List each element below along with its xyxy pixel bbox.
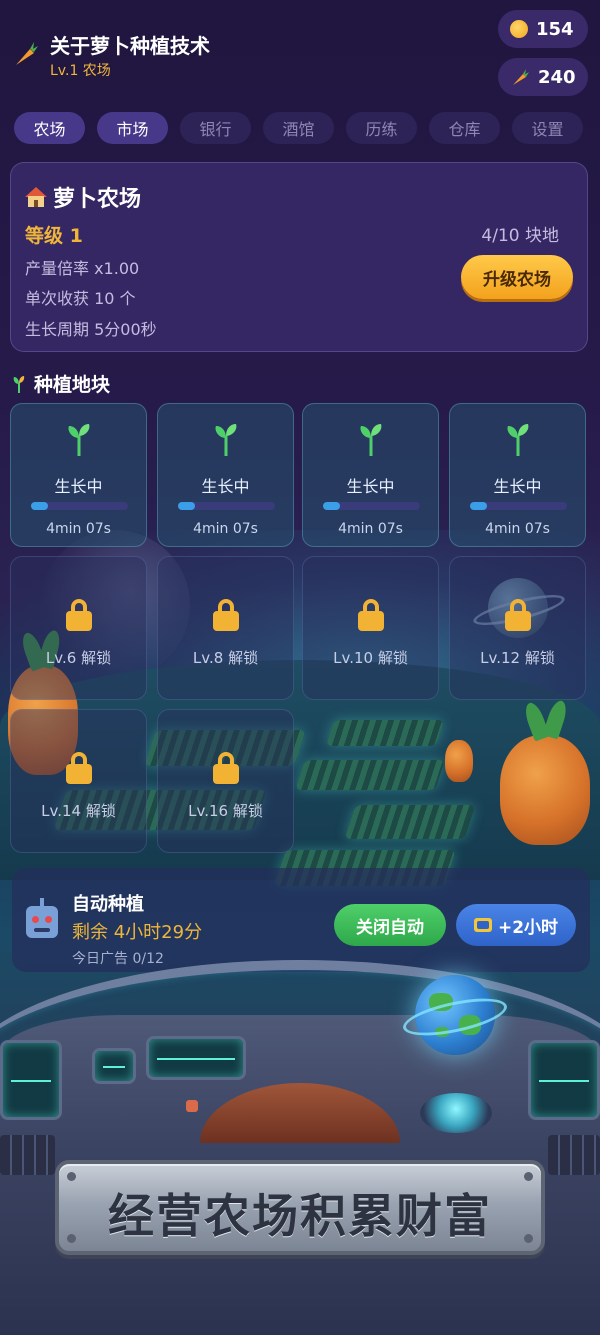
plot-growing[interactable]: 生长中 4min 07s (157, 403, 294, 547)
carrot-count: 240 (538, 66, 576, 88)
auto-plant-card: 自动种植 剩余 4小时29分 今日广告 0/12 关闭自动 +2小时 (12, 868, 590, 972)
unlock-requirement: Lv.12 解锁 (480, 649, 555, 667)
growth-progress-bar (470, 502, 567, 510)
coin-count: 154 (536, 18, 574, 40)
hologram-projector (420, 1093, 492, 1133)
carrot-icon (16, 42, 38, 65)
sprout-icon (13, 375, 25, 393)
add-2-hours-label: +2小时 (497, 917, 559, 938)
lock-icon (65, 752, 92, 784)
disable-auto-button[interactable]: 关闭自动 (334, 904, 446, 946)
plot-timer: 4min 07s (338, 521, 403, 537)
tab-tavern[interactable]: 酒馆 (263, 112, 334, 144)
plot-locked[interactable]: Lv.6 解锁 (10, 556, 147, 700)
growth-progress-bar (323, 502, 420, 510)
sprout-icon (353, 422, 389, 458)
yield-multiplier: 产量倍率 x1.00 (25, 259, 140, 278)
plot-locked[interactable]: Lv.10 解锁 (302, 556, 439, 700)
tab-bank[interactable]: 银行 (180, 112, 251, 144)
plot-growing[interactable]: 生长中 4min 07s (302, 403, 439, 547)
unlock-requirement: Lv.8 解锁 (192, 649, 259, 667)
farm-level: 等级 1 (25, 225, 83, 247)
plot-locked[interactable]: Lv.8 解锁 (157, 556, 294, 700)
plots-title-text: 种植地块 (34, 374, 111, 396)
plot-locked[interactable]: Lv.12 解锁 (449, 556, 586, 700)
lock-icon (212, 599, 239, 631)
sprout-icon (500, 422, 536, 458)
plot-growing[interactable]: 生长中 4min 07s (10, 403, 147, 547)
coin-icon (510, 20, 528, 38)
auto-plant-title: 自动种植 (72, 894, 144, 915)
cockpit-dashboard: 经营农场积累财富 (0, 960, 600, 1335)
coin-balance[interactable]: 154 (498, 10, 588, 48)
plot-status: 生长中 (54, 477, 103, 496)
sprout-icon (208, 422, 244, 458)
plot-status: 生长中 (493, 477, 542, 496)
farm-info-card: 萝卜农场 等级 1 产量倍率 x1.00 单次收获 10 个 生长周期 5分00… (10, 162, 588, 352)
tv-icon (473, 918, 492, 932)
unlock-requirement: Lv.14 解锁 (41, 802, 116, 820)
promo-banner-text: 经营农场积累财富 (108, 1189, 492, 1243)
auto-plant-remaining: 剩余 4小时29分 (72, 922, 203, 943)
growth-progress-bar (178, 502, 275, 510)
lock-icon (212, 752, 239, 784)
carrot-balance[interactable]: 240 (498, 58, 588, 96)
harvest-amount: 单次收获 10 个 (25, 289, 136, 308)
plot-timer: 4min 07s (46, 521, 111, 537)
carrot-icon (513, 69, 529, 85)
tab-training[interactable]: 历练 (346, 112, 417, 144)
plot-status: 生长中 (201, 477, 250, 496)
tab-market[interactable]: 市场 (97, 112, 168, 144)
upgrade-farm-button[interactable]: 升级农场 (461, 255, 573, 299)
unlock-requirement: Lv.10 解锁 (333, 649, 408, 667)
sprout-icon (61, 422, 97, 458)
tab-farm[interactable]: 农场 (14, 112, 85, 144)
farm-level-subtitle: Lv.1 农场 (50, 63, 111, 79)
right-monitor (528, 1040, 600, 1120)
unlock-requirement: Lv.16 解锁 (188, 802, 263, 820)
graph-monitor (146, 1036, 246, 1080)
plot-status: 生长中 (346, 477, 395, 496)
carrot-house-right (500, 735, 590, 845)
tab-warehouse[interactable]: 仓库 (429, 112, 500, 144)
plot-locked[interactable]: Lv.14 解锁 (10, 709, 147, 853)
left-monitor (0, 1040, 62, 1120)
lock-icon (65, 599, 92, 631)
promo-banner-plate: 经营农场积累财富 (55, 1160, 545, 1255)
plots-count: 4/10 块地 (481, 226, 559, 246)
app-header: 关于萝卜种植技术 Lv.1 农场 154 240 (0, 0, 600, 100)
tab-settings[interactable]: 设置 (512, 112, 583, 144)
plots-section-title: 种植地块 (12, 370, 110, 397)
house-icon (25, 187, 47, 207)
main-tabs: 农场 市场 银行 酒馆 历练 仓库 设置 (14, 112, 594, 144)
robot-icon (26, 898, 58, 938)
growth-cycle: 生长周期 5分00秒 (25, 320, 157, 339)
plot-timer: 4min 07s (193, 521, 258, 537)
plot-timer: 4min 07s (485, 521, 550, 537)
lock-icon (504, 599, 531, 631)
app-title: 关于萝卜种植技术 (50, 34, 210, 58)
unlock-requirement: Lv.6 解锁 (45, 649, 112, 667)
farm-name: 萝卜农场 (53, 187, 142, 212)
growth-progress-bar (31, 502, 128, 510)
plot-locked[interactable]: Lv.16 解锁 (157, 709, 294, 853)
heartbeat-monitor (92, 1048, 136, 1084)
plot-growing[interactable]: 生长中 4min 07s (449, 403, 586, 547)
add-2-hours-button[interactable]: +2小时 (456, 904, 576, 946)
lock-icon (357, 599, 384, 631)
